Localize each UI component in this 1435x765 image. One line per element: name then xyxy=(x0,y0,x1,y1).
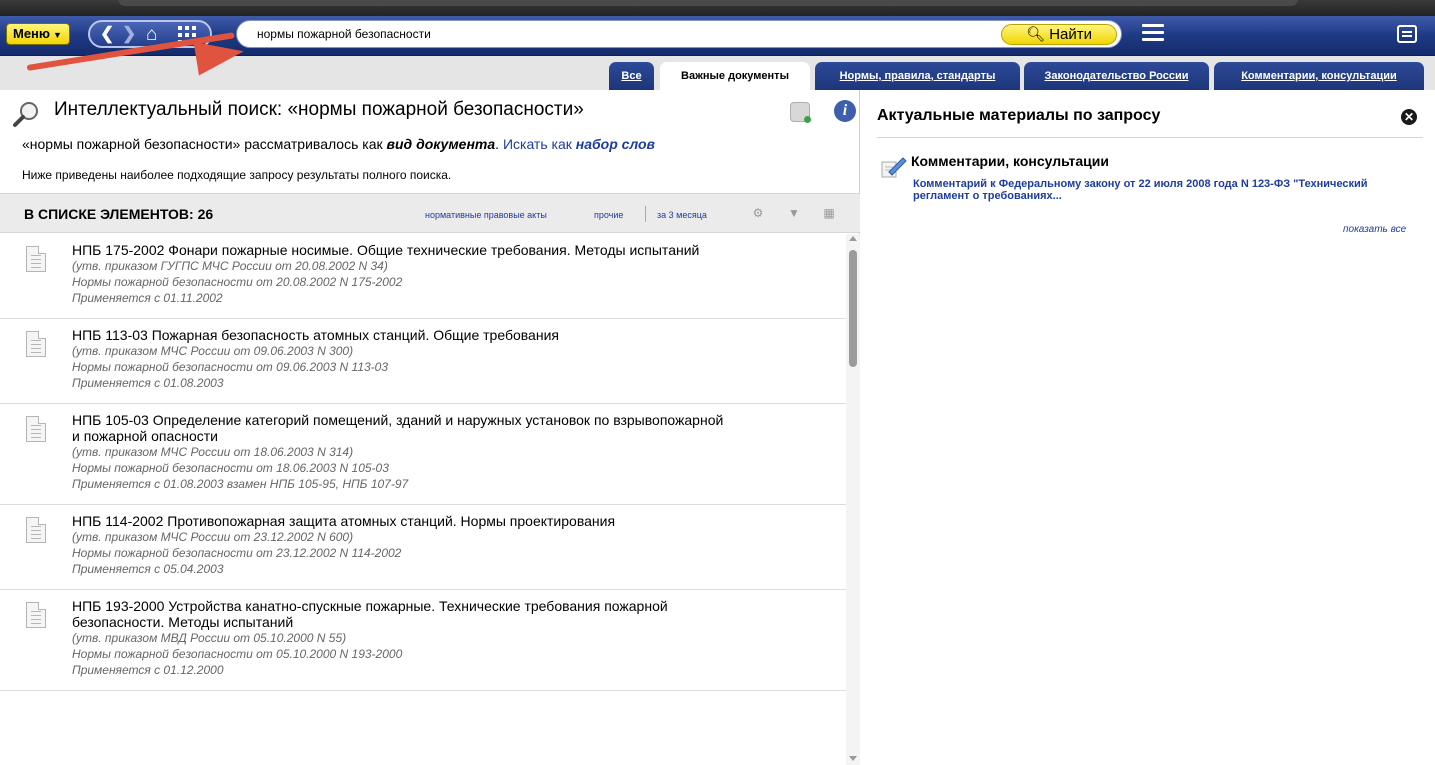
scroll-down-icon[interactable] xyxy=(849,756,857,761)
item-effective: Применяется с 05.04.2003 xyxy=(72,562,224,576)
list-header: В СПИСКЕ ЭЛЕМЕНТОВ: 26 нормативные право… xyxy=(0,193,860,233)
find-label: Найти xyxy=(1049,26,1093,43)
home-icon[interactable]: ⌂ xyxy=(146,24,157,46)
query-prefix: «нормы пожарной безопасности» рассматрив… xyxy=(22,136,387,152)
item-title[interactable]: НПБ 105-03 Определение категорий помещен… xyxy=(72,412,732,444)
item-norm: Нормы пожарной безопасности от 05.10.200… xyxy=(72,647,403,661)
filter-other[interactable]: прочие xyxy=(594,210,623,220)
comment-link[interactable]: Комментарий к Федеральному закону от 22 … xyxy=(913,178,1403,202)
chat-icon[interactable] xyxy=(1397,25,1417,43)
item-norm: Нормы пожарной безопасности от 09.06.200… xyxy=(72,360,389,374)
item-approval: (утв. приказом МЧС России от 18.06.2003 … xyxy=(72,445,354,459)
back-icon[interactable]: ❮ xyxy=(100,24,114,44)
item-effective: Применяется с 01.08.2003 xyxy=(72,376,224,390)
bookmark-folder-icon[interactable] xyxy=(790,102,811,123)
show-all-link[interactable]: показать все xyxy=(1343,224,1406,235)
document-icon xyxy=(26,602,46,628)
tab-norms-rules-standards[interactable]: Нормы, правила, стандарты xyxy=(815,62,1020,90)
divider xyxy=(877,137,1423,138)
item-approval: (утв. приказом МЧС России от 23.12.2002 … xyxy=(72,530,354,544)
browser-address-pill xyxy=(118,0,1298,6)
tab-russian-legislation[interactable]: Законодательство России xyxy=(1024,62,1209,90)
section-title: Комментарии, консультации xyxy=(911,153,1110,169)
item-effective: Применяется с 01.12.2000 xyxy=(72,663,224,677)
item-approval: (утв. приказом МВД России от 05.10.2000 … xyxy=(72,631,347,645)
results-scrollbar[interactable] xyxy=(846,234,860,765)
scroll-thumb[interactable] xyxy=(849,250,857,367)
item-effective: Применяется с 01.11.2002 xyxy=(72,291,223,305)
search-input[interactable]: нормы пожарной безопасности xyxy=(257,27,431,41)
caret-down-icon: ▼ xyxy=(53,30,62,40)
document-icon xyxy=(26,331,46,357)
close-icon[interactable]: ✕ xyxy=(1401,109,1417,125)
tab-comments-consultations[interactable]: Комментарии, консультации xyxy=(1214,62,1424,90)
hamburger-menu-icon[interactable] xyxy=(1142,24,1164,42)
search-as-words-link[interactable]: Искать как набор слов xyxy=(503,136,655,152)
item-norm: Нормы пожарной безопасности от 23.12.200… xyxy=(72,546,402,560)
settings-icon[interactable]: ⚙ xyxy=(751,206,765,220)
comment-pen-icon xyxy=(881,157,907,178)
list-item[interactable]: НПБ 105-03 Определение категорий помещен… xyxy=(0,404,846,505)
document-icon xyxy=(26,517,46,543)
item-title[interactable]: НПБ 113-03 Пожарная безопасность атомных… xyxy=(72,327,732,343)
menu-button[interactable]: Меню ▼ xyxy=(6,23,70,45)
query-type: вид документа xyxy=(386,136,496,152)
item-approval: (утв. приказом ГУГПС МЧС России от 20.08… xyxy=(72,259,388,273)
search-as-words: набор слов xyxy=(575,136,655,152)
panel-title: Актуальные материалы по запросу xyxy=(877,107,1161,124)
info-icon[interactable]: i xyxy=(834,100,856,122)
magnifier-icon: 🔍︎ xyxy=(1025,26,1046,43)
scroll-up-icon[interactable] xyxy=(849,236,857,241)
document-icon xyxy=(26,416,46,442)
menu-label: Меню xyxy=(13,26,51,41)
relevant-materials-panel: Актуальные материалы по запросу ✕ Коммен… xyxy=(861,90,1435,765)
tab-important-documents[interactable]: Важные документы xyxy=(660,62,810,90)
magnifier-icon xyxy=(13,102,38,127)
filter-separator xyxy=(645,206,646,222)
filter-funnel-icon[interactable]: ▼ xyxy=(787,206,801,220)
document-icon xyxy=(26,246,46,272)
item-approval: (утв. приказом МЧС России от 09.06.2003 … xyxy=(72,344,354,358)
item-title[interactable]: НПБ 193-2000 Устройства канатно-спускные… xyxy=(72,598,732,630)
search-as-prefix: Искать как xyxy=(502,136,576,152)
filter-normative-acts[interactable]: нормативные правовые акты xyxy=(425,210,547,220)
query-interpretation: «нормы пожарной безопасности» рассматрив… xyxy=(22,136,655,152)
page-title: Интеллектуальный поиск: «нормы пожарной … xyxy=(54,99,584,120)
search-box[interactable]: нормы пожарной безопасности 🔍︎ Найти xyxy=(236,20,1122,48)
find-button[interactable]: 🔍︎ Найти xyxy=(1001,24,1117,45)
item-norm: Нормы пожарной безопасности от 18.06.200… xyxy=(72,461,389,475)
list-item[interactable]: НПБ 193-2000 Устройства канатно-спускные… xyxy=(0,590,846,691)
element-count: В СПИСКЕ ЭЛЕМЕНТОВ: 26 xyxy=(24,206,214,222)
list-item[interactable]: НПБ 113-03 Пожарная безопасность атомных… xyxy=(0,319,846,404)
item-effective: Применяется с 01.08.2003 взамен НПБ 105-… xyxy=(72,477,409,491)
list-item[interactable]: НПБ 175-2002 Фонари пожарные носимые. Об… xyxy=(0,234,846,319)
browser-top-strip xyxy=(0,0,1435,16)
results-subtitle: Ниже приведены наиболее подходящие запро… xyxy=(22,168,452,182)
item-title[interactable]: НПБ 175-2002 Фонари пожарные носимые. Об… xyxy=(72,242,732,258)
item-norm: Нормы пожарной безопасности от 20.08.200… xyxy=(72,275,403,289)
item-title[interactable]: НПБ 114-2002 Противопожарная защита атом… xyxy=(72,513,732,529)
search-results-panel: Интеллектуальный поиск: «нормы пожарной … xyxy=(0,90,860,765)
filter-3-months[interactable]: за 3 месяца xyxy=(657,210,707,220)
tab-all[interactable]: Все xyxy=(609,62,654,90)
results-list: НПБ 175-2002 Фонари пожарные носимые. Об… xyxy=(0,234,846,765)
list-item[interactable]: НПБ 114-2002 Противопожарная защита атом… xyxy=(0,505,846,590)
forward-icon[interactable]: ❯ xyxy=(122,24,136,44)
sort-az-icon[interactable]: ▦ xyxy=(822,206,836,220)
